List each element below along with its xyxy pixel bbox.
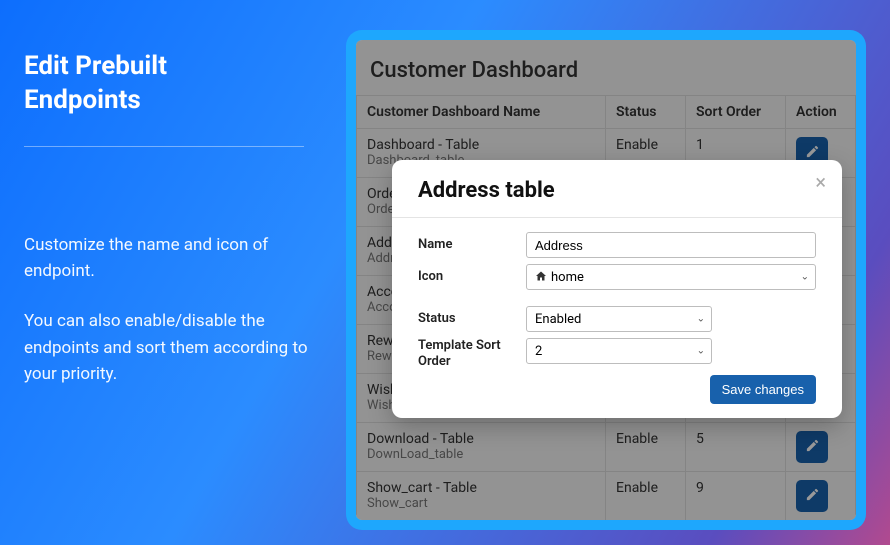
description-paragraph-2: You can also enable/disable the endpoint… <box>24 308 314 387</box>
title-line-1: Edit Prebuilt <box>24 51 167 81</box>
divider <box>24 146 304 147</box>
chevron-down-icon: ⌄ <box>697 314 705 325</box>
modal-divider <box>392 217 842 218</box>
sort-label: Template Sort Order <box>418 338 526 369</box>
status-select[interactable]: Enabled ⌄ <box>526 306 712 332</box>
name-field[interactable] <box>526 232 816 258</box>
close-icon[interactable]: × <box>815 172 826 192</box>
sort-select[interactable]: 2 ⌄ <box>526 338 712 364</box>
name-label: Name <box>418 237 526 253</box>
app-screenshot: Customer Dashboard Customer Dashboard Na… <box>356 40 856 520</box>
home-icon <box>535 270 547 285</box>
icon-label: Icon <box>418 269 526 285</box>
page-description: Customize the name and icon of endpoint.… <box>24 232 314 388</box>
sort-select-value: 2 <box>535 344 542 359</box>
title-line-2: Endpoints <box>24 85 141 115</box>
edit-endpoint-modal: × Address table Name Icon home ⌄ <box>392 160 842 418</box>
save-button[interactable]: Save changes <box>710 375 816 404</box>
description-paragraph-1: Customize the name and icon of endpoint. <box>24 232 314 285</box>
modal-title: Address table <box>418 178 816 203</box>
chevron-down-icon: ⌄ <box>801 272 809 283</box>
icon-select[interactable]: home ⌄ <box>526 264 816 290</box>
status-label: Status <box>418 311 526 327</box>
chevron-down-icon: ⌄ <box>697 346 705 357</box>
icon-select-value: home <box>551 270 584 285</box>
status-select-value: Enabled <box>535 312 581 327</box>
page-title: Edit Prebuilt Endpoints <box>24 50 334 118</box>
device-frame: Customer Dashboard Customer Dashboard Na… <box>346 30 866 530</box>
